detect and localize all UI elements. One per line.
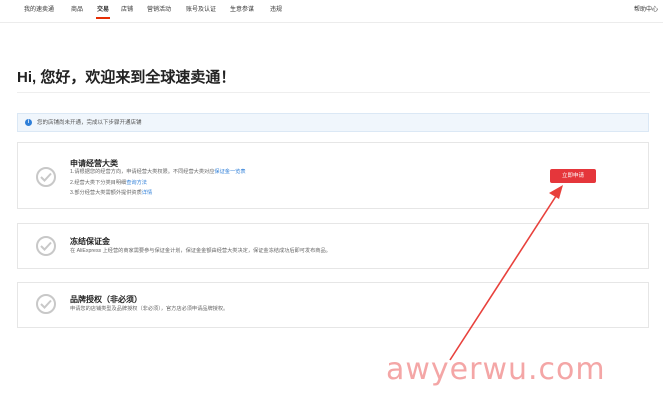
step-line: 3.部分经营大类需额外提供资质详情 <box>70 190 153 196</box>
help-center-link[interactable]: 帮助中心 <box>634 6 658 14</box>
apply-now-button[interactable]: 立即申请 <box>550 169 596 183</box>
deposit-list-link[interactable]: 保证金一览表 <box>214 169 245 175</box>
step-line: 2.经营大类下分类目明细查询方法 <box>70 180 147 186</box>
top-nav: 我的速卖通 商品 交易 店铺 营销活动 账号及认证 生意参谋 违规 帮助中心 <box>0 0 663 23</box>
divider <box>17 92 650 93</box>
watermark: awyerwu.com <box>386 352 606 387</box>
step-title-brand: 品牌授权（非必须） <box>70 295 142 304</box>
step-line: 在 AliExpress 上经营的商家需要参与保证金计划，保证金金额由经营大类决… <box>70 248 331 254</box>
nav-item-store[interactable]: 店铺 <box>121 6 133 14</box>
step-title-deposit: 冻结保证金 <box>70 237 110 246</box>
nav-active-indicator <box>96 17 110 19</box>
step-card-brand <box>17 282 649 328</box>
nav-item-violations[interactable]: 违规 <box>270 6 282 14</box>
query-method-link[interactable]: 查询方法 <box>126 180 147 186</box>
step-line: 申请您的店铺类型及品牌授权（非必须），官方店必须申请品牌授权。 <box>70 306 229 312</box>
check-circle-icon <box>36 236 56 256</box>
nav-item-account[interactable]: 账号及认证 <box>186 6 216 14</box>
check-circle-icon <box>36 167 56 187</box>
page-title: Hi, 您好，欢迎来到全球速卖通！ <box>17 69 236 86</box>
info-icon: i <box>25 119 32 126</box>
nav-item-products[interactable]: 商品 <box>71 6 83 14</box>
step-card-deposit <box>17 223 649 269</box>
nav-item-my-aliexpress[interactable]: 我的速卖通 <box>24 6 54 14</box>
details-link[interactable]: 详情 <box>142 190 152 196</box>
step-title-category: 申请经营大类 <box>70 159 118 168</box>
notice-bar: i 您的店铺尚未开通，完成以下步骤开通店铺 <box>17 113 649 132</box>
check-circle-icon <box>36 294 56 314</box>
nav-item-business-advisor[interactable]: 生意参谋 <box>230 6 254 14</box>
notice-text: 您的店铺尚未开通，完成以下步骤开通店铺 <box>37 120 142 126</box>
nav-item-marketing[interactable]: 营销活动 <box>147 6 171 14</box>
nav-item-orders[interactable]: 交易 <box>97 6 109 14</box>
step-line: 1.请根据您的经营方向，申请经营大类权限。不同经营大类对应保证金一览表 <box>70 169 246 175</box>
